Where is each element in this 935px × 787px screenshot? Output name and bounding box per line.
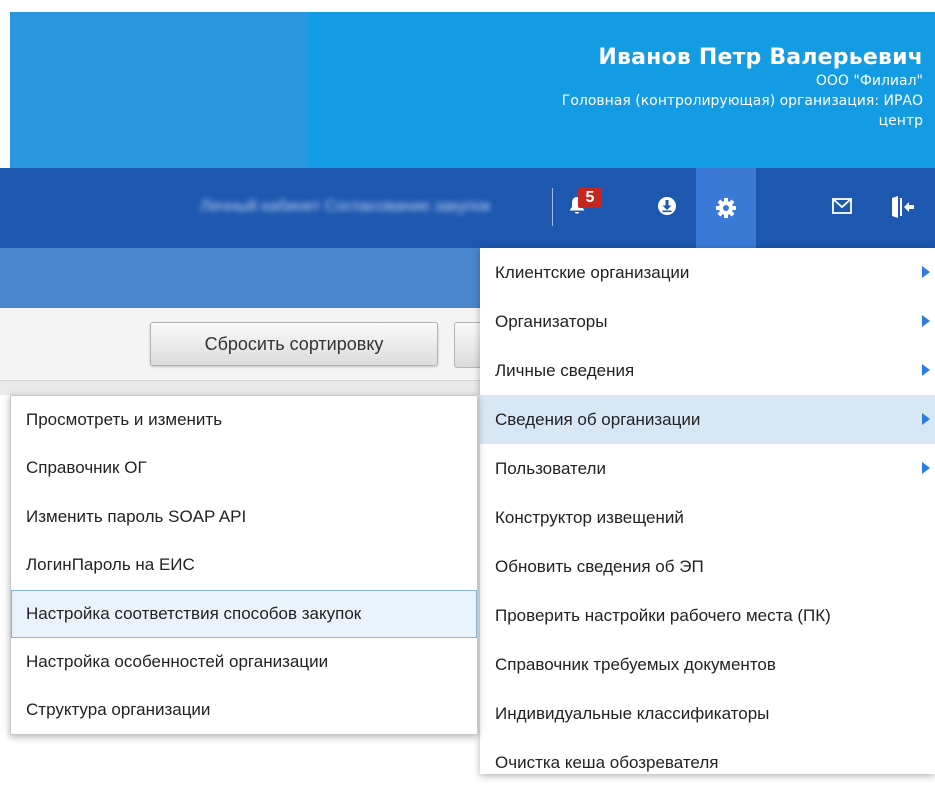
submenu-item-og-directory[interactable]: Справочник ОГ bbox=[11, 444, 477, 492]
submenu-item-label: Просмотреть и изменить bbox=[26, 410, 223, 429]
menu-item-required-docs[interactable]: Справочник требуемых документов bbox=[480, 640, 935, 689]
menu-item-label: Проверить настройки рабочего места (ПК) bbox=[495, 606, 831, 625]
messages-button[interactable] bbox=[820, 184, 864, 228]
submenu-item-eis-login[interactable]: ЛогинПароль на ЕИС bbox=[11, 541, 477, 589]
submenu-item-label: Настройка особенностей организации bbox=[26, 651, 329, 671]
menu-item-personal-info[interactable]: Личные сведения bbox=[480, 346, 935, 395]
submenu-arrow-icon bbox=[922, 364, 930, 376]
submenu-arrow-icon bbox=[922, 315, 930, 327]
download-button[interactable] bbox=[650, 184, 686, 228]
menu-item-label: Очистка кеша обозревателя bbox=[495, 753, 719, 772]
main-nav-menu[interactable]: Личный кабинет Согласование закупок bbox=[0, 190, 540, 226]
submenu-item-label: Настройка соответствия способов закупок bbox=[26, 603, 362, 623]
menu-item-org-info[interactable]: Сведения об организации bbox=[480, 395, 935, 444]
download-icon bbox=[658, 197, 676, 215]
menu-item-label: Организаторы bbox=[495, 312, 608, 331]
menu-item-label: Справочник требуемых документов bbox=[495, 655, 776, 674]
menu-item-label: Пользователи bbox=[495, 459, 606, 478]
parent-organization: Головная (контролирующая) организация: И… bbox=[561, 93, 923, 109]
top-navbar: Личный кабинет Согласование закупок 5 bbox=[0, 168, 935, 248]
menu-item-check-workstation[interactable]: Проверить настройки рабочего места (ПК) bbox=[480, 591, 935, 640]
parent-organization-city: центр bbox=[878, 113, 923, 129]
menu-item-label: Обновить сведения об ЭП bbox=[495, 557, 704, 576]
settings-button[interactable] bbox=[696, 168, 756, 248]
user-info: Иванов Петр Валерьевич ООО "Филиал" Голо… bbox=[562, 45, 923, 131]
menu-item-notice-builder[interactable]: Конструктор извещений bbox=[480, 493, 935, 542]
menu-item-organizers[interactable]: Организаторы bbox=[480, 297, 935, 346]
settings-menu: Клиентские организации Организаторы Личн… bbox=[480, 248, 935, 774]
logout-button[interactable] bbox=[880, 184, 935, 228]
menu-item-client-orgs[interactable]: Клиентские организации bbox=[480, 248, 935, 297]
menu-item-label: Сведения об организации bbox=[495, 410, 701, 429]
main-nav-items[interactable]: Личный кабинет Согласование закупок bbox=[200, 198, 490, 216]
notification-count-badge: 5 bbox=[578, 188, 602, 208]
user-name[interactable]: Иванов Петр Валерьевич bbox=[562, 45, 923, 71]
submenu-item-view-edit[interactable]: Просмотреть и изменить bbox=[11, 396, 477, 444]
menu-item-classifiers[interactable]: Индивидуальные классификаторы bbox=[480, 689, 935, 738]
org-info-submenu: Просмотреть и изменить Справочник ОГ Изм… bbox=[10, 395, 478, 735]
submenu-item-label: ЛогинПароль на ЕИС bbox=[26, 555, 195, 575]
header: Иванов Петр Валерьевич ООО "Филиал" Голо… bbox=[0, 0, 935, 168]
submenu-item-procurement-mapping[interactable]: Настройка соответствия способов закупок bbox=[11, 589, 477, 638]
header-user-panel: Иванов Петр Валерьевич ООО "Филиал" Голо… bbox=[308, 12, 935, 168]
submenu-item-label: Структура организации bbox=[26, 700, 211, 720]
menu-item-label: Личные сведения bbox=[495, 361, 635, 380]
menu-item-label: Индивидуальные классификаторы bbox=[495, 704, 770, 723]
mail-icon bbox=[832, 198, 852, 214]
reset-sort-button[interactable]: Сбросить сортировку bbox=[150, 322, 438, 366]
submenu-item-label: Справочник ОГ bbox=[26, 458, 147, 478]
submenu-item-org-features[interactable]: Настройка особенностей организации bbox=[11, 638, 477, 686]
notifications-button[interactable]: 5 bbox=[560, 184, 610, 228]
nav-divider bbox=[552, 188, 553, 226]
menu-item-label: Конструктор извещений bbox=[495, 508, 684, 527]
submenu-arrow-icon bbox=[922, 462, 930, 474]
menu-item-label: Клиентские организации bbox=[495, 263, 690, 282]
menu-item-users[interactable]: Пользователи bbox=[480, 444, 935, 493]
submenu-arrow-icon bbox=[922, 413, 930, 425]
organization-name: ООО "Филиал" bbox=[815, 73, 923, 89]
menu-item-update-signature[interactable]: Обновить сведения об ЭП bbox=[480, 542, 935, 591]
menu-item-clear-cache[interactable]: Очистка кеша обозревателя bbox=[480, 738, 935, 787]
submenu-arrow-icon bbox=[922, 266, 930, 278]
submenu-item-org-structure[interactable]: Структура организации bbox=[11, 686, 477, 734]
submenu-item-label: Изменить пароль SOAP API bbox=[26, 506, 247, 526]
submenu-item-soap-password[interactable]: Изменить пароль SOAP API bbox=[11, 493, 477, 541]
logout-icon bbox=[892, 196, 914, 218]
gear-icon bbox=[716, 198, 736, 218]
header-logo-area bbox=[10, 12, 308, 168]
